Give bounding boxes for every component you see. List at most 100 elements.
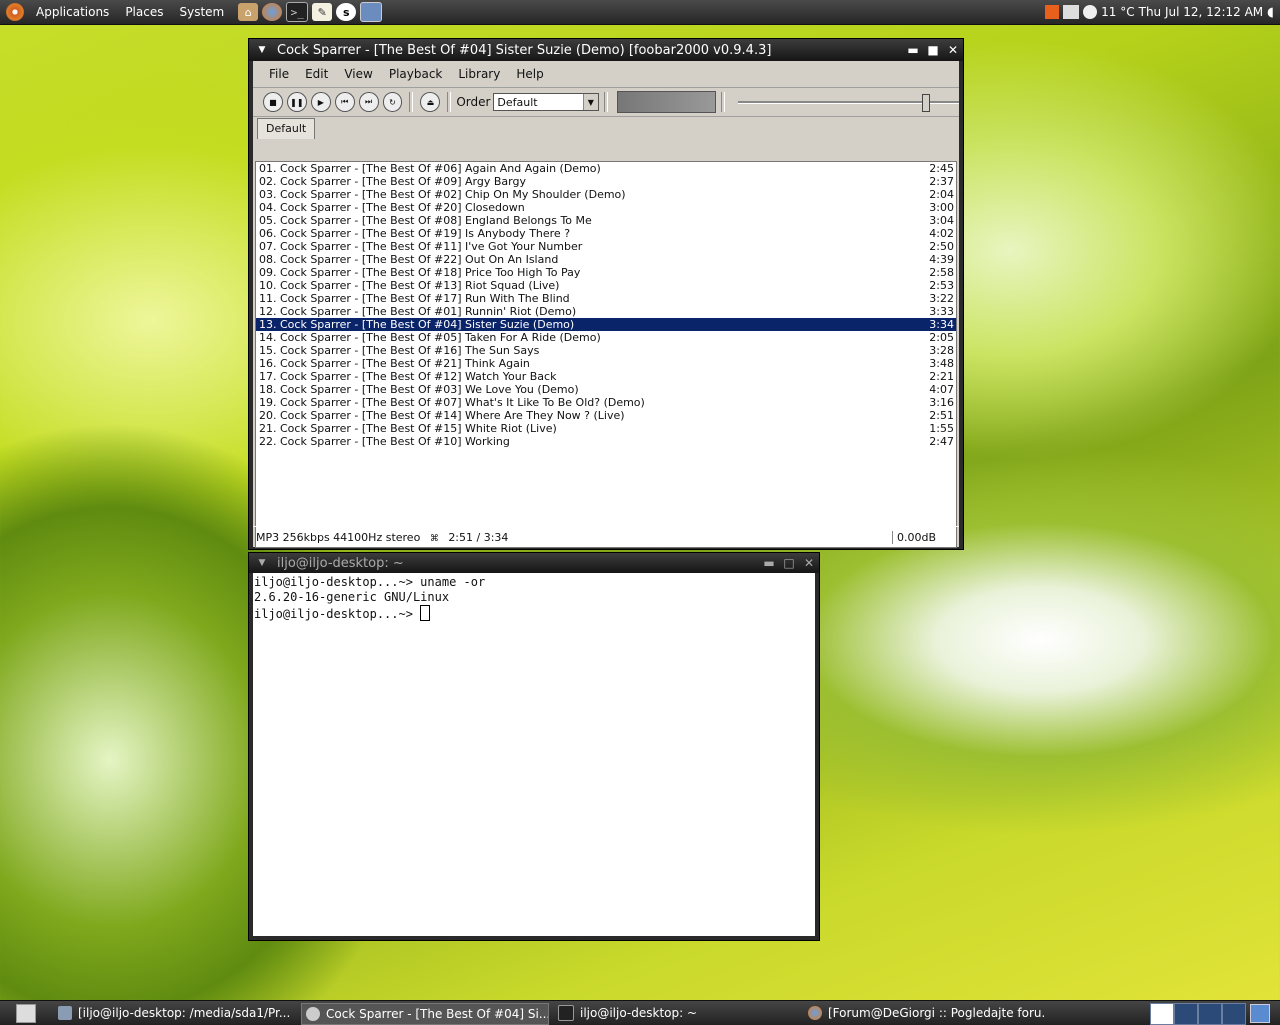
minimize-icon[interactable]: ▬ — [903, 43, 923, 57]
menu-edit[interactable]: Edit — [297, 67, 336, 81]
playlist-row[interactable]: 19. Cock Sparrer - [The Best Of #07] Wha… — [256, 396, 956, 409]
menu-applications[interactable]: Applications — [28, 0, 117, 24]
playlist-row[interactable]: 15. Cock Sparrer - [The Best Of #16] The… — [256, 344, 956, 357]
play-icon[interactable]: ▶ — [310, 92, 331, 112]
playlist-tabs: Default — [253, 117, 959, 139]
playlist-row[interactable]: 01. Cock Sparrer - [The Best Of #06] Aga… — [256, 162, 956, 175]
track-title: 05. Cock Sparrer - [The Best Of #08] Eng… — [259, 214, 592, 227]
playlist-row[interactable]: 18. Cock Sparrer - [The Best Of #03] We … — [256, 383, 956, 396]
task-terminal[interactable]: iljo@iljo-desktop: ~ — [554, 1003, 790, 1023]
task-firefox[interactable]: [Forum@DeGiorgi :: Pogledajte foru... — [804, 1003, 1044, 1023]
weather-icon[interactable] — [1083, 5, 1098, 19]
track-title: 02. Cock Sparrer - [The Best Of #09] Arg… — [259, 175, 526, 188]
terminal-output[interactable]: iljo@iljo-desktop...~> uname -or 2.6.20-… — [253, 573, 815, 936]
firefox-icon[interactable] — [262, 3, 283, 21]
close-icon[interactable]: ✕ — [799, 556, 819, 570]
terminal-cursor — [420, 605, 431, 621]
stop-icon[interactable]: ■ — [263, 92, 283, 112]
printer-icon[interactable] — [1063, 5, 1080, 19]
track-duration: 2:04 — [929, 188, 954, 201]
playlist-row[interactable]: 03. Cock Sparrer - [The Best Of #02] Chi… — [256, 188, 956, 201]
pause-icon[interactable]: ❚❚ — [286, 92, 307, 112]
status-time: 2:51 / 3:34 — [448, 530, 509, 544]
playlist-row[interactable]: 20. Cock Sparrer - [The Best Of #14] Whe… — [256, 409, 956, 422]
volume-icon[interactable]: ◖ — [1267, 5, 1274, 20]
track-duration: 3:34 — [929, 318, 954, 331]
task-file-manager[interactable]: [iljo@iljo-desktop: /media/sda1/Pr... — [54, 1003, 290, 1023]
workspace-4[interactable] — [1222, 1003, 1246, 1025]
playlist-row[interactable]: 09. Cock Sparrer - [The Best Of #18] Pri… — [256, 266, 956, 279]
maximize-icon[interactable]: ■ — [923, 43, 943, 57]
playlist-row[interactable]: 02. Cock Sparrer - [The Best Of #09] Arg… — [256, 175, 956, 188]
playlist-row[interactable]: 17. Cock Sparrer - [The Best Of #12] Wat… — [256, 370, 956, 383]
playlist-row[interactable]: 07. Cock Sparrer - [The Best Of #11] I'v… — [256, 240, 956, 253]
clock[interactable]: Thu Jul 12, 12:12 AM — [1139, 5, 1264, 19]
toolbar-separator — [721, 92, 726, 112]
screenshot-icon[interactable] — [360, 2, 383, 22]
playlist-row[interactable]: 22. Cock Sparrer - [The Best Of #10] Wor… — [256, 435, 956, 448]
workspace-3[interactable] — [1198, 1003, 1222, 1025]
track-duration: 4:39 — [929, 253, 954, 266]
track-title: 19. Cock Sparrer - [The Best Of #07] Wha… — [259, 396, 645, 409]
track-title: 09. Cock Sparrer - [The Best Of #18] Pri… — [259, 266, 581, 279]
menu-places[interactable]: Places — [117, 0, 171, 24]
track-duration: 2:51 — [929, 409, 954, 422]
menu-file[interactable]: File — [261, 67, 297, 81]
close-icon[interactable]: ✕ — [943, 43, 963, 57]
playlist-row[interactable]: 04. Cock Sparrer - [The Best Of #20] Clo… — [256, 201, 956, 214]
playlist-row[interactable]: 08. Cock Sparrer - [The Best Of #22] Out… — [256, 253, 956, 266]
next-icon[interactable]: ⏭ — [358, 92, 379, 112]
menu-playback[interactable]: Playback — [381, 67, 451, 81]
update-notifier-icon[interactable] — [1045, 5, 1060, 19]
playlist-row[interactable]: 10. Cock Sparrer - [The Best Of #13] Rio… — [256, 279, 956, 292]
random-icon[interactable]: ↻ — [382, 92, 403, 112]
maximize-icon[interactable]: □ — [779, 556, 799, 570]
task-label: [Forum@DeGiorgi :: Pogledajte foru... — [828, 1006, 1044, 1020]
text-editor-icon[interactable]: ✎ — [312, 3, 333, 21]
playlist-row[interactable]: 21. Cock Sparrer - [The Best Of #15] Whi… — [256, 422, 956, 435]
skype-icon[interactable]: s — [336, 3, 357, 21]
chevron-down-icon[interactable]: ▼ — [582, 94, 598, 110]
playlist[interactable]: 01. Cock Sparrer - [The Best Of #06] Aga… — [255, 161, 957, 548]
track-duration: 3:28 — [929, 344, 954, 357]
open-icon[interactable]: ⏏ — [420, 92, 441, 112]
minimize-icon[interactable]: ▬ — [759, 556, 779, 570]
tab-default[interactable]: Default — [257, 118, 316, 139]
volume-knob[interactable] — [922, 94, 931, 112]
toolbar-separator — [447, 92, 452, 112]
ubuntu-logo-icon[interactable] — [6, 3, 24, 21]
volume-slider[interactable] — [738, 92, 960, 112]
task-label: Cock Sparrer - [The Best Of #04] Si... — [326, 1007, 549, 1021]
foobar-titlebar[interactable]: ▼ Cock Sparrer - [The Best Of #04] Siste… — [249, 39, 963, 61]
foobar-icon — [306, 1007, 320, 1021]
window-menu-icon[interactable]: ▼ — [255, 558, 269, 568]
menu-help[interactable]: Help — [508, 67, 551, 81]
menu-library[interactable]: Library — [450, 67, 508, 81]
terminal-line: iljo@iljo-desktop...~> uname -or — [254, 575, 486, 589]
playlist-row[interactable]: 12. Cock Sparrer - [The Best Of #01] Run… — [256, 305, 956, 318]
window-menu-icon[interactable]: ▼ — [255, 45, 269, 55]
playlist-row[interactable]: 13. Cock Sparrer - [The Best Of #04] Sis… — [256, 318, 956, 331]
terminal-titlebar[interactable]: ▼ iljo@iljo-desktop: ~ ▬ □ ✕ — [249, 553, 819, 573]
track-duration: 2:47 — [929, 435, 954, 448]
order-select[interactable]: Default ▼ — [493, 93, 599, 111]
playlist-row[interactable]: 11. Cock Sparrer - [The Best Of #17] Run… — [256, 292, 956, 305]
terminal-icon[interactable]: >_ — [286, 2, 309, 22]
playlist-row[interactable]: 14. Cock Sparrer - [The Best Of #05] Tak… — [256, 331, 956, 344]
track-duration: 2:21 — [929, 370, 954, 383]
home-folder-icon[interactable]: ⌂ — [238, 3, 259, 21]
trash-icon[interactable] — [1250, 1004, 1270, 1023]
show-desktop-icon[interactable] — [16, 1004, 36, 1023]
playlist-row[interactable]: 05. Cock Sparrer - [The Best Of #08] Eng… — [256, 214, 956, 227]
workspace-2[interactable] — [1174, 1003, 1198, 1025]
playlist-row[interactable]: 06. Cock Sparrer - [The Best Of #19] Is … — [256, 227, 956, 240]
task-foobar[interactable]: Cock Sparrer - [The Best Of #04] Si... — [301, 1003, 549, 1025]
menu-system[interactable]: System — [171, 0, 232, 24]
track-title: 22. Cock Sparrer - [The Best Of #10] Wor… — [259, 435, 510, 448]
track-duration: 3:16 — [929, 396, 954, 409]
playlist-row[interactable]: 16. Cock Sparrer - [The Best Of #21] Thi… — [256, 357, 956, 370]
top-panel: Applications Places System ⌂ >_ ✎ s 11 °… — [0, 0, 1280, 25]
previous-icon[interactable]: ⏮ — [334, 92, 355, 112]
workspace-1[interactable] — [1150, 1003, 1174, 1025]
menu-view[interactable]: View — [336, 67, 380, 81]
